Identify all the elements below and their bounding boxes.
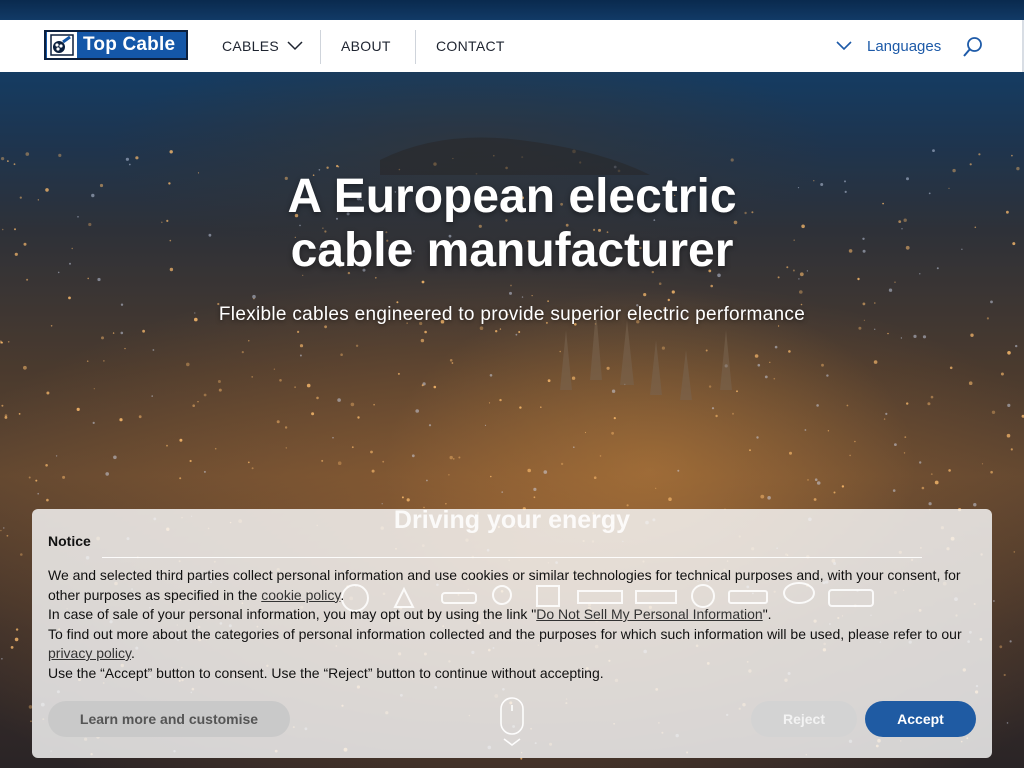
notice-title: Notice [48,533,91,549]
notice-paragraph: We and selected third parties collect pe… [48,566,968,605]
hero-title-line-2: cable manufacturer [290,224,734,277]
nav-contact-label: CONTACT [436,38,505,54]
notice-paragraph: To find out more about the categories of… [48,625,968,664]
top-strip [0,0,1024,20]
notice-text: In case of sale of your personal informa… [48,606,537,622]
notice-body: We and selected third parties collect pe… [48,566,968,683]
notice-paragraph: In case of sale of your personal informa… [48,605,968,625]
logo-text: Top Cable [83,34,176,55]
do-not-sell-link[interactable]: Do Not Sell My Personal Information [536,606,762,622]
search-icon[interactable] [962,36,984,58]
privacy-policy-link[interactable]: privacy policy [48,645,131,661]
chevron-down-icon [287,41,303,51]
notice-paragraph: Use the “Accept” button to consent. Use … [48,664,604,681]
languages-dropdown[interactable]: Languages [836,20,941,72]
nav-about-label: ABOUT [341,38,391,54]
nav-divider [320,30,321,64]
nav-contact[interactable]: CONTACT [436,20,505,72]
notice-text: . [131,645,135,661]
mouse-scroll-icon [500,697,524,746]
reject-button[interactable]: Reject [751,701,857,737]
learn-more-button[interactable]: Learn more and customise [48,701,290,737]
chevron-down-icon [836,41,852,51]
notice-text: ". [762,606,772,622]
hero-title: A European electric cable manufacturer [200,170,824,278]
top-cable-logo[interactable]: Top Cable [44,30,188,60]
hero-title-line-1: A European electric [287,170,737,223]
languages-label: Languages [867,37,942,55]
nav-cables[interactable]: CABLES [222,20,303,72]
nav-cables-label: CABLES [222,38,280,54]
site-header: Top Cable CABLES ABOUT CONTACT Languages [0,20,1024,72]
notice-text: To find out more about the categories of… [48,625,962,642]
logo-cable-icon [47,32,77,58]
nav-divider [415,30,416,64]
notice-text: We and selected third parties collect pe… [48,567,961,603]
cookie-notice: Driving your energy Notice We and select… [32,508,992,758]
notice-text: . [340,586,345,603]
cookie-policy-link[interactable]: cookie policy [261,587,340,603]
nav-about[interactable]: ABOUT [341,20,391,72]
accept-button[interactable]: Accept [865,701,976,737]
hero-subtitle: Flexible cables engineered to provide su… [218,304,806,325]
